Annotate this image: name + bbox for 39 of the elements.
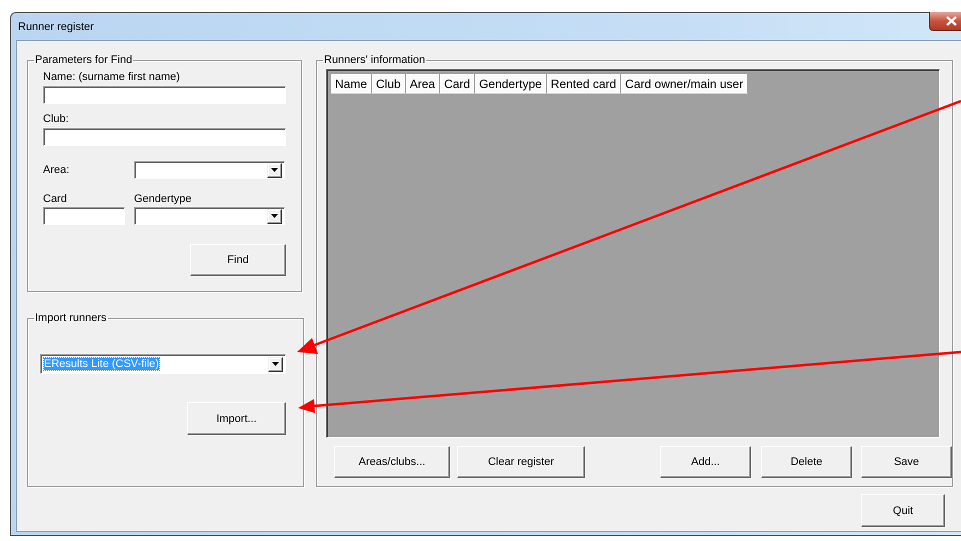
action-button[interactable]: Delete [761,446,852,478]
field-label: Name: (surname first name) [43,71,181,83]
column-header[interactable]: Name [331,74,372,94]
column-header[interactable]: Gendertype [475,74,547,94]
caret-icon [272,362,279,366]
find-button[interactable]: Find [190,244,286,276]
action-button[interactable]: Clear register [457,446,585,478]
dropdown-button[interactable] [267,162,282,178]
caret-icon [271,214,278,218]
column-header[interactable]: Club [372,74,406,94]
window-title: Runner register [17,20,94,32]
action-button[interactable]: Add... [660,446,751,478]
close-icon [946,16,956,26]
field-label: Card [43,193,68,205]
field-label: Club: [43,113,70,125]
action-button[interactable]: Save [861,446,952,478]
column-header[interactable]: Card owner/main user [621,74,748,94]
caret-icon [271,168,278,172]
dropdown-button[interactable] [267,208,282,224]
field-label: Area: [43,164,70,176]
dropdown-field[interactable] [134,161,285,179]
action-button[interactable]: Areas/clubs... [334,446,450,478]
text-field[interactable] [43,128,286,146]
import-button[interactable]: Import... [187,402,286,435]
group-title: Parameters for Find [34,54,134,66]
column-header[interactable]: Area [406,74,440,94]
runner-list[interactable]: Name Club Area Card Gendertype Rented card Card owner/main user [326,69,940,438]
close-button[interactable] [929,12,961,31]
text-field[interactable] [43,86,286,104]
text-field[interactable] [43,207,125,225]
quit-button[interactable]: Quit [861,494,945,527]
group-title: Import runners [34,312,108,324]
group-title: Runners' information [323,54,426,66]
dropdown-field[interactable] [134,207,285,225]
selected-value: EResults Lite (CSV-file) [44,358,159,370]
field-label: Gendertype [134,193,192,205]
dropdown-button[interactable] [268,356,283,372]
column-header[interactable]: Rented card [546,74,622,94]
column-header[interactable]: Card [440,74,476,94]
